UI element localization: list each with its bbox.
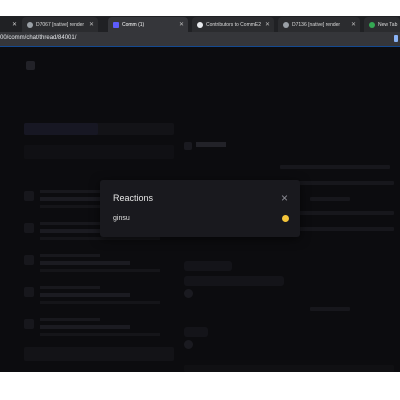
extension-icon[interactable] xyxy=(394,35,398,42)
community-logo xyxy=(26,61,35,70)
tab-row xyxy=(24,91,174,105)
gear-icon xyxy=(27,21,33,28)
tab-d7067[interactable]: D7067 [native] render ✕ xyxy=(22,17,98,32)
tab-label: New Tab xyxy=(378,21,398,28)
close-icon[interactable]: ✕ xyxy=(12,21,17,28)
message-bubble xyxy=(184,276,284,286)
list-item xyxy=(24,315,174,341)
message-line xyxy=(290,227,394,231)
reaction-row: ginsu 😆 xyxy=(113,215,289,225)
laughing-emoji-icon: 😆 xyxy=(282,215,289,222)
avatar xyxy=(184,340,193,349)
avatar xyxy=(184,289,193,298)
gear-icon xyxy=(283,21,289,28)
thread-avatar xyxy=(184,142,192,150)
github-icon xyxy=(197,21,203,28)
tab-d7136[interactable]: D7136 [native] render ✕ xyxy=(278,17,360,32)
message-line xyxy=(290,211,394,215)
modal-title: Reactions xyxy=(113,193,154,203)
close-icon[interactable]: ✕ xyxy=(351,21,356,28)
timestamp xyxy=(310,307,350,311)
close-icon[interactable]: × xyxy=(281,192,288,204)
chrome-icon xyxy=(369,21,375,28)
comm-icon xyxy=(113,21,119,28)
timestamp xyxy=(310,197,350,201)
close-icon[interactable]: ✕ xyxy=(179,21,184,28)
message-bubble xyxy=(184,327,208,337)
reactions-modal: Reactions × ginsu 😆 xyxy=(100,180,300,237)
close-icon[interactable]: ✕ xyxy=(89,21,94,28)
segmented-control xyxy=(24,123,174,135)
tab-comm[interactable]: Comm (1) ✕ xyxy=(108,17,188,32)
address-bar[interactable]: 00/comm/chat/thread/84001/ xyxy=(0,32,400,46)
tab-label: Comm (1) xyxy=(122,21,145,28)
tab-label: D7067 [native] render xyxy=(36,21,85,28)
url-text: 00/comm/chat/thread/84001/ xyxy=(0,35,77,41)
thread-title xyxy=(196,142,226,147)
message-bubble xyxy=(184,261,232,271)
list-item xyxy=(24,283,174,309)
tab-label: Contributors to CommE2E xyxy=(206,21,261,28)
close-icon[interactable]: ✕ xyxy=(265,21,270,28)
search-input xyxy=(24,145,174,159)
tab-label: D7136 [native] render xyxy=(292,21,341,28)
reaction-username: ginsu xyxy=(113,215,130,222)
message-line xyxy=(280,165,390,169)
tab-new[interactable]: New Tab xyxy=(364,17,400,32)
message-composer xyxy=(184,365,394,372)
list-item xyxy=(24,251,174,277)
new-thread-button xyxy=(24,347,174,361)
tab-strip: ✕ D7067 [native] render ✕ Comm (1) ✕ Con… xyxy=(0,16,400,32)
tab-contributors[interactable]: Contributors to CommE2E ✕ xyxy=(192,17,274,32)
